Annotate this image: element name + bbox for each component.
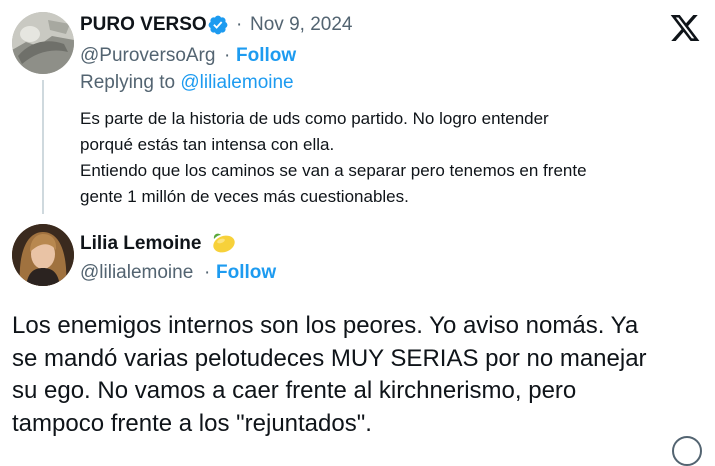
main-handle-separator: · — [204, 262, 211, 283]
main-text-line: tampoco frente a los "rejuntados". — [12, 409, 372, 437]
reply-separator: · — [236, 14, 243, 35]
lilia-lemoine-avatar[interactable] — [12, 224, 74, 286]
reply-author-name[interactable]: PURO VERSO — [80, 14, 207, 36]
main-author-name[interactable]: Lilia Lemoine — [80, 233, 201, 255]
main-follow-button[interactable]: Follow — [216, 262, 276, 284]
reply-date[interactable]: Nov 9, 2024 — [250, 14, 352, 36]
replying-to-prefix: Replying to — [80, 72, 176, 93]
main-text-line: se mandó varias pelotudeces MUY SERIAS p… — [12, 344, 647, 372]
lemon-icon — [213, 233, 235, 253]
replying-to-handle-link[interactable]: @lilialemoine — [180, 72, 293, 93]
reply-tweet-text: Es parte de la historia de uds como part… — [80, 106, 587, 210]
puroverso-avatar[interactable] — [12, 12, 74, 74]
main-tweet-text: Los enemigos internos son los peores. Yo… — [12, 310, 647, 440]
reply-text-line: Es parte de la historia de uds como part… — [80, 109, 549, 128]
reply-handle[interactable]: @PuroversoArg — [80, 45, 215, 67]
reply-handle-separator: · — [224, 45, 231, 66]
verified-badge-icon — [208, 15, 228, 35]
reply-text-line: gente 1 millón de veces más cuestionable… — [80, 187, 409, 206]
main-text-line: su ego. No vamos a caer frente al kirchn… — [12, 377, 577, 404]
replying-to-line: Replying to @lilialemoine — [80, 72, 294, 94]
reply-follow-button[interactable]: Follow — [236, 45, 296, 67]
x-logo-icon[interactable] — [668, 12, 702, 44]
info-icon[interactable] — [672, 436, 702, 466]
main-text-line: Los enemigos internos son los peores. Yo… — [12, 312, 639, 339]
reply-text-line: Entiendo que los caminos se van a separa… — [80, 161, 587, 180]
main-handle[interactable]: @lilialemoine — [80, 262, 193, 284]
thread-connector-line — [42, 80, 44, 214]
reply-text-line: porqué estás tan intensa con ella. — [80, 135, 335, 154]
